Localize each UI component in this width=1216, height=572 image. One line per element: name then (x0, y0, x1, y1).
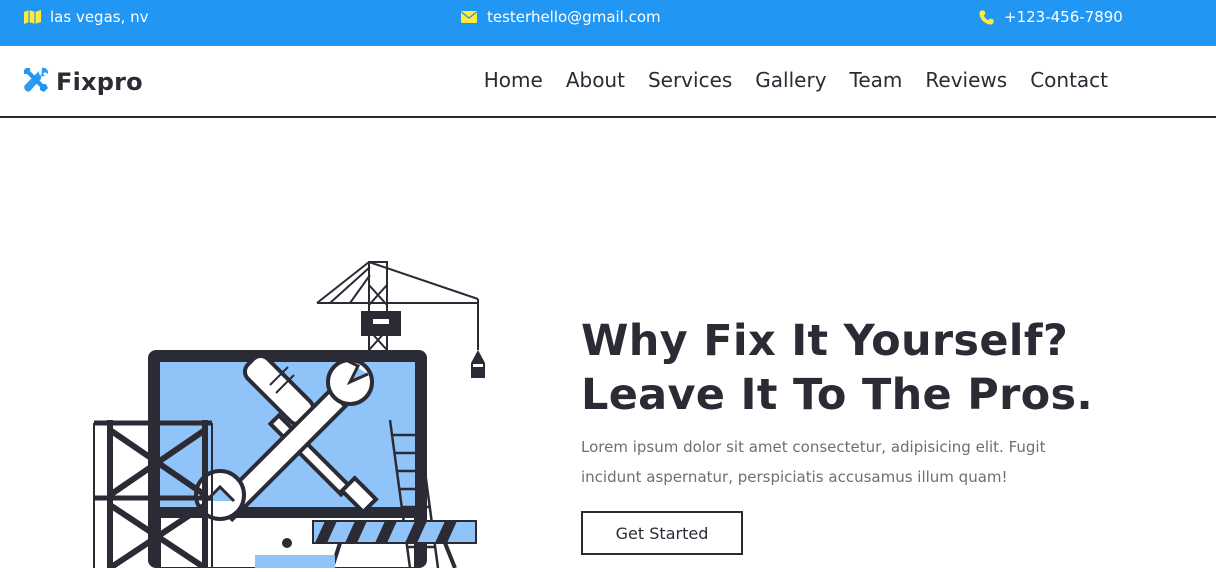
phone-info[interactable]: +123-456-7890 (977, 0, 1123, 34)
nav-about[interactable]: About (566, 68, 625, 92)
nav-gallery[interactable]: Gallery (755, 68, 826, 92)
main-navbar: Fixpro Home About Services Gallery Team … (0, 46, 1216, 118)
nav-home[interactable]: Home (484, 68, 543, 92)
hero-description: Lorem ipsum dolor sit amet consectetur, … (581, 438, 1046, 486)
location-text: las vegas, nv (50, 8, 149, 26)
email-text[interactable]: testerhello@gmail.com (487, 8, 661, 26)
hero-title-line2: Leave It To The Pros. (581, 370, 1093, 420)
brand-name: Fixpro (56, 68, 143, 96)
hero-title-line1: Why Fix It Yourself? (581, 316, 1069, 366)
repair-tools-illustration (80, 255, 500, 571)
location-info: las vegas, nv (23, 0, 149, 34)
phone-text[interactable]: +123-456-7890 (1004, 8, 1123, 26)
map-icon (23, 9, 41, 25)
tools-icon (22, 66, 50, 98)
nav-reviews[interactable]: Reviews (925, 68, 1007, 92)
email-info[interactable]: testerhello@gmail.com (460, 0, 661, 34)
phone-icon (977, 9, 995, 25)
nav-menu: Home About Services Gallery Team Reviews… (484, 68, 1108, 92)
nav-contact[interactable]: Contact (1030, 68, 1108, 92)
nav-team[interactable]: Team (850, 68, 903, 92)
envelope-icon (460, 9, 478, 25)
nav-services[interactable]: Services (648, 68, 732, 92)
get-started-button[interactable]: Get Started (581, 511, 743, 555)
crane-graphic (316, 261, 479, 359)
hero-title: Why Fix It Yourself? Leave It To The Pro… (581, 314, 1181, 422)
top-contact-bar: las vegas, nv testerhello@gmail.com +123… (0, 0, 1216, 46)
brand-logo[interactable]: Fixpro (22, 66, 143, 98)
